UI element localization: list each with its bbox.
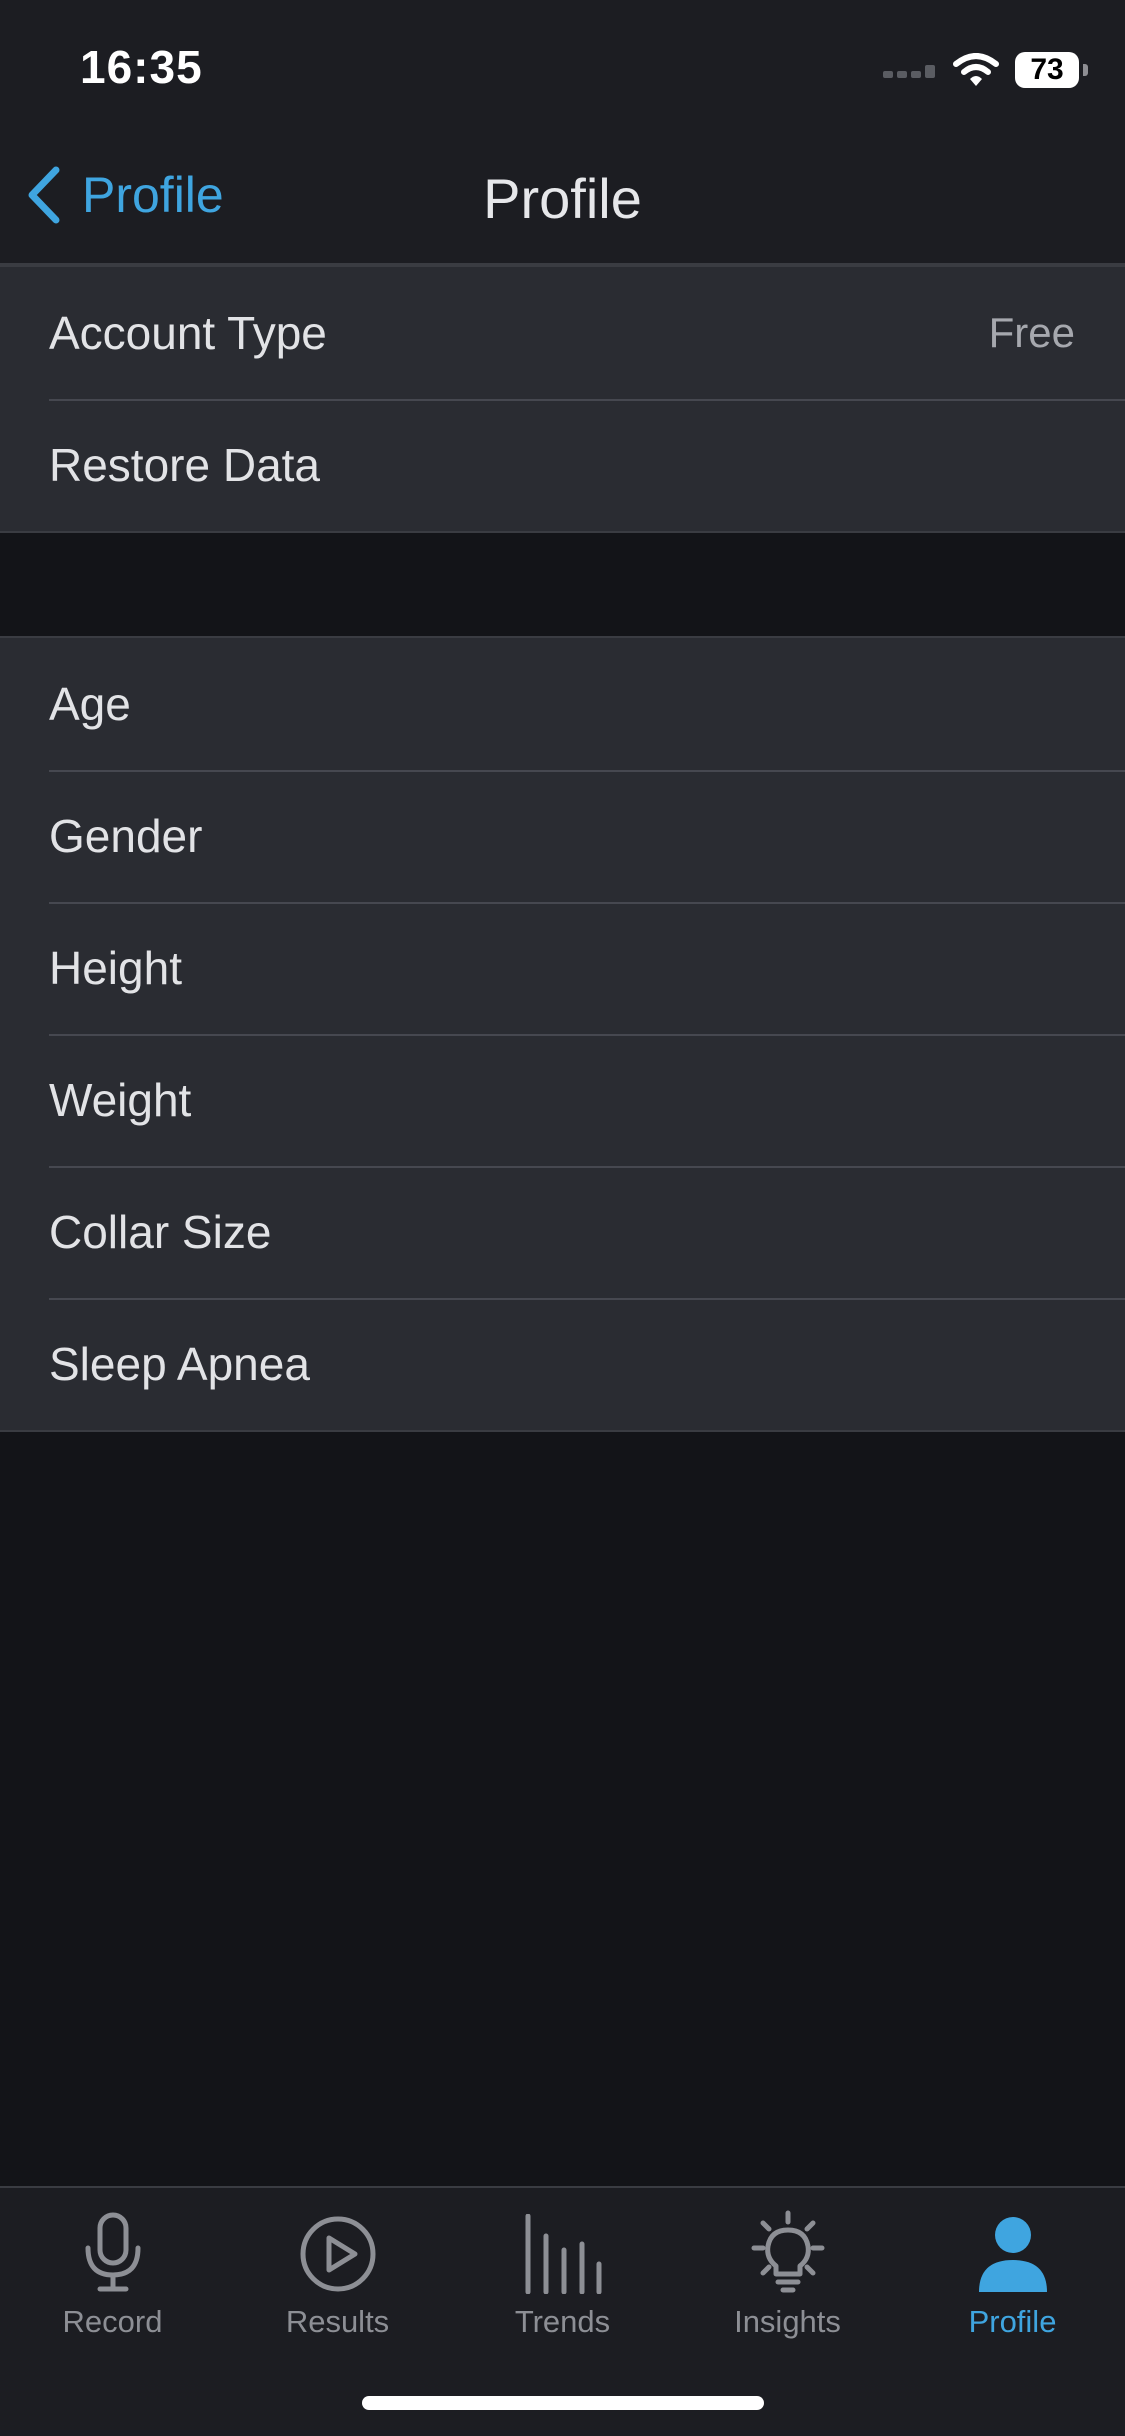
profile-details-section: Age Gender Height Weight Collar Size Sle…: [0, 636, 1125, 1432]
battery-level: 73: [1030, 53, 1064, 86]
age-label: Age: [49, 678, 131, 730]
tab-results[interactable]: Results: [225, 2206, 450, 2356]
weight-label: Weight: [49, 1074, 192, 1126]
status-indicators: 73: [883, 48, 1088, 92]
status-bar: 16:35 73: [0, 0, 1125, 130]
tab-label-trends: Trends: [514, 2304, 611, 2339]
height-label: Height: [49, 942, 182, 994]
gender-label: Gender: [49, 810, 203, 862]
wifi-icon: [953, 53, 999, 86]
collar-size-label: Collar Size: [49, 1206, 272, 1258]
account-type-row[interactable]: Account Type Free: [0, 267, 1125, 399]
tab-label-insights: Insights: [734, 2304, 841, 2339]
person-icon: [978, 2217, 1047, 2292]
microphone-icon: [85, 2212, 140, 2292]
age-row[interactable]: Age: [0, 638, 1125, 770]
battery-icon: 73: [1015, 52, 1088, 88]
status-time: 16:35: [80, 41, 203, 93]
tab-record[interactable]: Record: [0, 2206, 225, 2356]
navigation-bar: Profile Profile: [0, 130, 1125, 265]
tab-insights[interactable]: Insights: [675, 2206, 900, 2356]
home-indicator: [362, 2396, 764, 2410]
tab-trends[interactable]: Trends: [450, 2206, 675, 2356]
tab-label-results: Results: [285, 2304, 390, 2339]
collar-size-row[interactable]: Collar Size: [0, 1166, 1125, 1298]
tab-label-profile: Profile: [968, 2304, 1057, 2339]
restore-data-row[interactable]: Restore Data: [0, 399, 1125, 531]
lightbulb-icon: [751, 2210, 824, 2293]
height-row[interactable]: Height: [0, 902, 1125, 1034]
tab-profile[interactable]: Profile: [900, 2206, 1125, 2356]
bar-chart-icon: [525, 2214, 601, 2294]
sleep-apnea-label: Sleep Apnea: [49, 1338, 310, 1390]
weight-row[interactable]: Weight: [0, 1034, 1125, 1166]
account-type-value: Free: [988, 309, 1075, 356]
page-title: Profile: [483, 167, 642, 230]
cellular-signal-icon: [883, 65, 935, 78]
gender-row[interactable]: Gender: [0, 770, 1125, 902]
tab-label-record: Record: [62, 2304, 163, 2339]
play-circle-icon: [300, 2216, 375, 2292]
restore-data-label: Restore Data: [49, 439, 321, 491]
account-section: Account Type Free Restore Data: [0, 265, 1125, 533]
sleep-apnea-row[interactable]: Sleep Apnea: [0, 1298, 1125, 1430]
account-type-label: Account Type: [49, 307, 327, 359]
